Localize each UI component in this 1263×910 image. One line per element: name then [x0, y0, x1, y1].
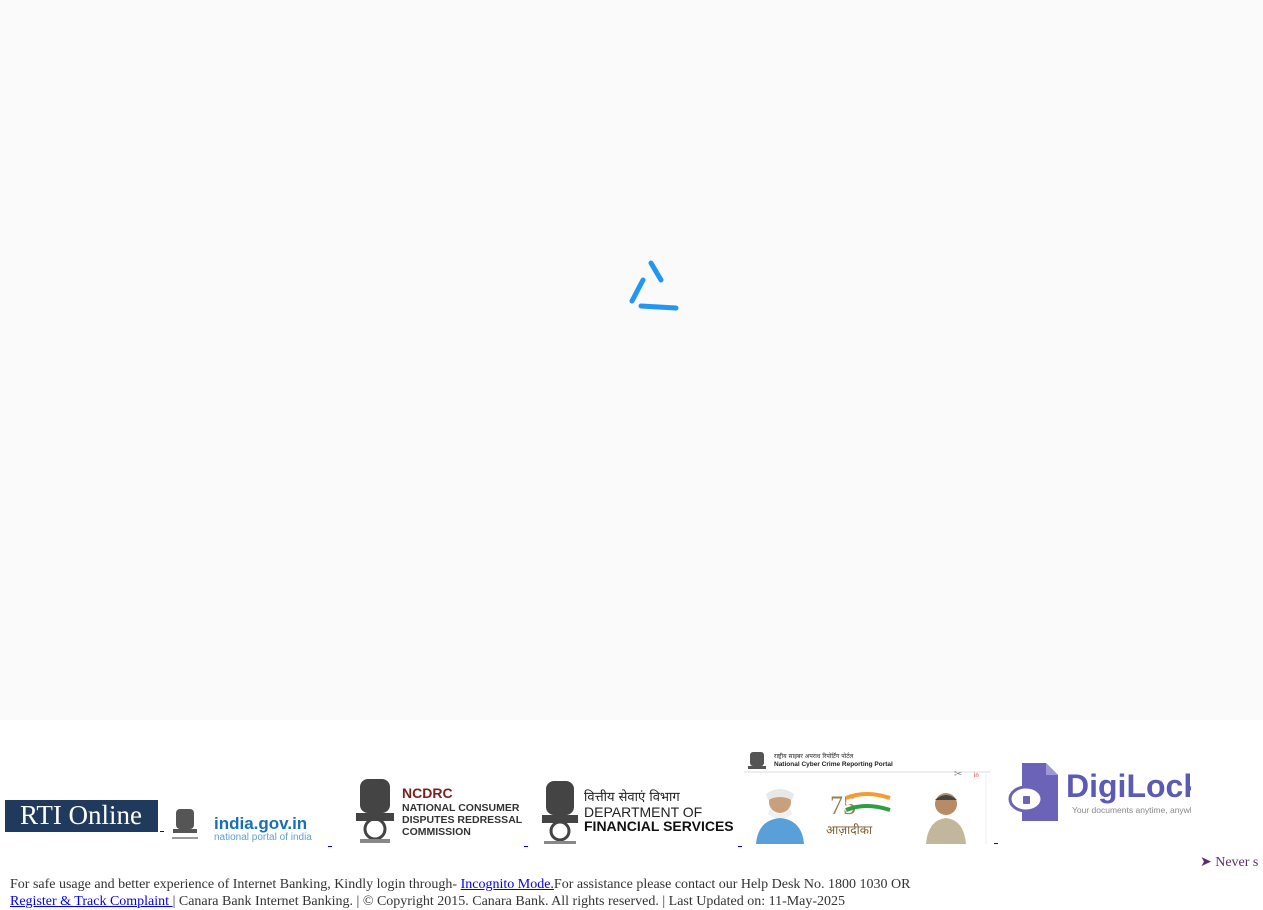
svg-text:in: in — [974, 773, 979, 779]
svg-text:Your documents anytime, anywhe: Your documents anytime, anywhere — [1072, 805, 1191, 815]
footer-helpdesk-text: For assistance please contact our Help D… — [553, 877, 911, 892]
svg-text:RTI Online: RTI Online — [20, 800, 142, 830]
svg-text:National Cyber Crime Reporting: National Cyber Crime Reporting Portal — [774, 761, 893, 768]
footer-copyright-text: | Canara Bank Internet Banking. | © Copy… — [172, 894, 846, 909]
footer-notice-prefix: For safe usage and better experience of … — [10, 877, 461, 892]
india-gov-link[interactable]: india.gov.in national portal of india — [166, 803, 332, 847]
dfs-logo: वित्तीय सेवाएं विभाग DEPARTMENT OF FINAN… — [542, 781, 734, 844]
register-track-complaint-link[interactable]: Register & Track Complaint — [10, 894, 173, 909]
dfs-link[interactable]: वित्तीय सेवाएं विभाग DEPARTMENT OF FINAN… — [538, 775, 742, 847]
rti-online-logo: RTI Online — [5, 800, 158, 832]
svg-text:NATIONAL CONSUMER: NATIONAL CONSUMER — [402, 802, 520, 814]
partner-logos-strip: RTI Online india.gov.in national portal … — [0, 745, 1263, 855]
rti-online-link[interactable]: RTI Online — [5, 800, 164, 832]
cloud-lock-icon — [1008, 763, 1058, 821]
ncdrc-link[interactable]: NCDRC NATIONAL CONSUMER DISPUTES REDRESS… — [352, 773, 528, 847]
national-emblem-icon — [172, 809, 198, 839]
svg-text:आज़ादीका: आज़ादीका — [826, 823, 873, 837]
cyber-crime-portal-banner: राष्ट्रीय साइबर अपराध रिपोर्टिंग पोर्टल … — [742, 748, 992, 844]
loading-spinner-icon — [629, 260, 679, 311]
svg-text:national portal of india: national portal of india — [214, 832, 312, 843]
ncdrc-logo: NCDRC NATIONAL CONSUMER DISPUTES REDRESS… — [356, 779, 523, 843]
svg-text:DigiLocker: DigiLocker — [1066, 768, 1191, 804]
national-emblem-icon — [356, 779, 394, 843]
national-emblem-icon — [748, 752, 766, 769]
cyber-crime-portal-link[interactable]: राष्ट्रीय साइबर अपराध रिपोर्टिंग पोर्टल … — [742, 748, 998, 844]
digilocker-link[interactable]: DigiLocker Your documents anytime, anywh… — [1006, 755, 1231, 825]
ticker-text: ➤ Never s — [1200, 855, 1259, 870]
india-gov-logo: india.gov.in national portal of india — [172, 809, 312, 843]
svg-text:COMMISSION: COMMISSION — [402, 826, 471, 838]
footer-notice: For safe usage and better experience of … — [10, 877, 910, 893]
incognito-mode-link[interactable]: Incognito Mode. — [461, 877, 554, 892]
svg-text:राष्ट्रीय साइबर अपराध रिपोर्टि: राष्ट्रीय साइबर अपराध रिपोर्टिंग पोर्टल — [774, 752, 854, 760]
news-ticker: ➤ Never s — [1200, 854, 1258, 871]
svg-text:NCDRC: NCDRC — [402, 785, 453, 801]
national-emblem-icon — [542, 781, 578, 844]
loading-overlay — [0, 0, 1263, 720]
svg-text:india.gov.in: india.gov.in — [214, 814, 307, 833]
svg-text:✂: ✂ — [954, 769, 962, 780]
digilocker-logo: DigiLocker Your documents anytime, anywh… — [1008, 763, 1231, 821]
svg-text:FINANCIAL SERVICES: FINANCIAL SERVICES — [584, 818, 734, 834]
footer-copyright: Register & Track Complaint | Canara Bank… — [10, 894, 845, 910]
svg-text:वित्तीय सेवाएं विभाग: वित्तीय सेवाएं विभाग — [584, 789, 680, 805]
svg-text:DISPUTES REDRESSAL: DISPUTES REDRESSAL — [402, 814, 522, 826]
